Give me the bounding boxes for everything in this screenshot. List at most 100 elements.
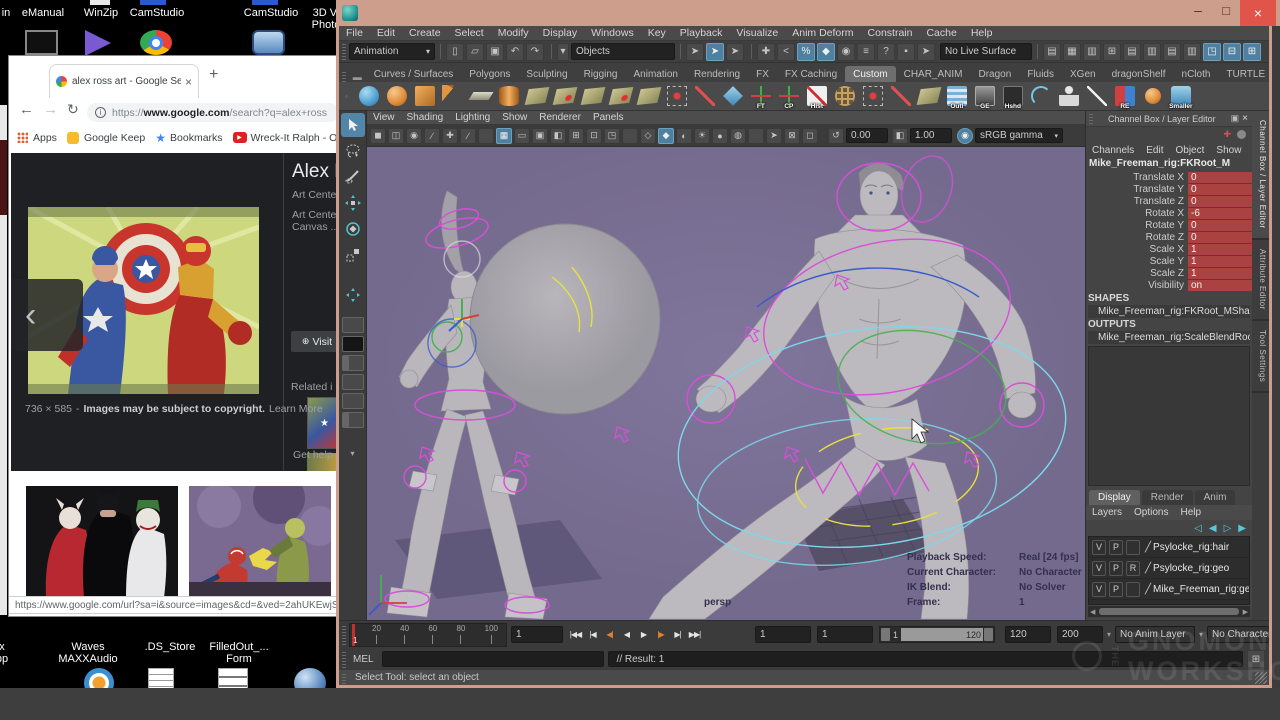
bookmark-wreck-it-ralph[interactable]: Wreck-It Ralph - Off (251, 132, 342, 144)
menu-item[interactable]: Visualize (729, 27, 785, 39)
new-tab-button[interactable]: + (209, 66, 218, 84)
shape-node-item[interactable]: Mike_Freeman_rig:FKRoot_MShape (1088, 305, 1250, 318)
range-end-field[interactable]: 120 (1005, 626, 1051, 643)
menu-item[interactable]: Windows (584, 27, 641, 39)
panel-icon[interactable]: ⊠ (784, 128, 800, 144)
toolbar-icon[interactable]: ↷ (526, 43, 544, 61)
drag-grip[interactable] (342, 650, 346, 668)
layout-outliner-persp-button[interactable] (342, 355, 364, 371)
playback-button[interactable]: |▶ (652, 626, 669, 644)
live-surface-field[interactable]: No Live Surface (940, 43, 1032, 60)
info-icon[interactable]: i (95, 107, 106, 118)
shelf-tab[interactable]: FX (748, 66, 777, 82)
panel-icon[interactable]: ∕ (424, 128, 440, 144)
gamma-field[interactable]: 1.00 (910, 128, 952, 143)
layer-name[interactable]: Mike_Freeman_rig:geo (1153, 584, 1249, 595)
shelf-tab[interactable]: Animation (625, 66, 685, 82)
panel-icon[interactable]: ◉ (406, 128, 422, 144)
scroll-right-arrow[interactable]: ▶ (1241, 608, 1250, 616)
playback-button[interactable]: ◀| (601, 626, 618, 644)
range-slider[interactable]: 1 120 (879, 626, 995, 643)
panel-icon[interactable]: ⊡ (586, 128, 602, 144)
layer-tool-icon[interactable]: ◀ (1209, 523, 1217, 534)
layer-editor-tab[interactable]: Anim (1195, 490, 1236, 505)
snap-icon[interactable]: ◆ (817, 43, 835, 61)
shelf-icon[interactable] (1140, 83, 1166, 109)
channel-value[interactable]: 0 (1188, 184, 1252, 195)
shelf-tab[interactable]: Curves / Surfaces (366, 66, 461, 82)
layout-side-by-side-button[interactable] (342, 393, 364, 409)
output-node-item[interactable]: Mike_Freeman_rig:ScaleBlendRoot_M (1088, 331, 1250, 344)
maximize-button[interactable]: □ (1212, 3, 1240, 25)
menu-item[interactable]: Anim Deform (785, 27, 860, 39)
rotate-tool[interactable] (341, 217, 365, 241)
shelf-tab[interactable]: Fluids (1019, 66, 1062, 82)
shelf-tab[interactable]: Custom (845, 66, 895, 82)
shelf-icon[interactable]: Outl (944, 83, 970, 109)
camstudio-icon[interactable] (252, 0, 278, 5)
exposure-field[interactable]: 0.00 (846, 128, 888, 143)
shelf-icon[interactable] (552, 83, 578, 109)
snap-icon[interactable]: ✚ (757, 43, 775, 61)
desktop-app-icon-player[interactable] (85, 30, 111, 56)
close-button[interactable]: × (1240, 0, 1276, 26)
shelf-icon[interactable] (888, 83, 914, 109)
layer-display-type-toggle[interactable] (1126, 582, 1140, 597)
panel-icon[interactable]: ⊞ (568, 128, 584, 144)
layer-visibility-toggle[interactable]: V (1092, 561, 1106, 576)
camstudio-icon[interactable] (140, 0, 166, 5)
channel-value[interactable]: 0 (1188, 196, 1252, 207)
panel-menu-item[interactable]: Renderer (533, 112, 587, 123)
panel-icon[interactable] (748, 128, 764, 144)
channel-value[interactable]: 0 (1188, 220, 1252, 231)
panel-icon[interactable] (478, 128, 494, 144)
channel-value[interactable]: 0 (1188, 232, 1252, 243)
snap-icon[interactable]: ≡ (857, 43, 875, 61)
google-keep-icon[interactable] (67, 132, 79, 144)
panel-icon[interactable]: ∕ (460, 128, 476, 144)
channel-name[interactable]: Scale X (1086, 244, 1188, 255)
maya-titlebar[interactable]: – □ × (336, 0, 1280, 26)
panel-icon[interactable]: ● (712, 128, 728, 144)
panel-menu-item[interactable]: Lighting (449, 112, 496, 123)
toolbar-icon[interactable]: ▱ (466, 43, 484, 61)
render-icon[interactable]: ⊞ (1103, 43, 1121, 61)
shelf-icon[interactable] (1028, 83, 1054, 109)
dock-header[interactable]: Channel Box / Layer Editor ▣ × (1086, 111, 1252, 127)
channel-value[interactable]: on (1188, 280, 1252, 291)
paint-select-tool[interactable] (341, 165, 365, 189)
viewport-canvas[interactable]: Playback Speed:Real [24 fps]Current Char… (367, 147, 1085, 620)
shelf-tab[interactable]: XGen (1062, 66, 1104, 82)
playback-button[interactable]: |◀ (584, 626, 601, 644)
toolbar-icon[interactable]: ▣ (486, 43, 504, 61)
desktop-icon-label[interactable]: CamStudio (240, 7, 302, 19)
shelf-tab[interactable]: Rigging (576, 66, 626, 82)
menu-item[interactable]: Display (536, 27, 584, 39)
shelf-icon[interactable] (664, 83, 690, 109)
layer-color-icon[interactable]: ╱ (1145, 542, 1151, 553)
channel-name[interactable]: Scale Y (1086, 256, 1188, 267)
lasso-select-tool[interactable] (341, 139, 365, 163)
lightbox-prev-strip[interactable]: ‹ (11, 279, 83, 351)
shelf-icon[interactable] (496, 83, 522, 109)
close-icon[interactable]: × (1242, 113, 1248, 124)
shelf-icon[interactable] (636, 83, 662, 109)
selection-mask-arrow[interactable]: ▾ (557, 43, 569, 61)
layout-graph-persp-button[interactable] (342, 412, 364, 428)
menu-item[interactable]: Cache (919, 27, 963, 39)
desktop-icon-label[interactable]: WavesMAXXAudio (45, 641, 131, 665)
channel-value[interactable]: 1 (1188, 256, 1252, 267)
shelf-tab[interactable]: Dragon (971, 66, 1020, 82)
selection-mask-field[interactable]: Objects (571, 43, 675, 60)
channel-value[interactable]: -6 (1188, 208, 1252, 219)
back-button[interactable]: ← (19, 101, 34, 118)
panel-menu-item[interactable]: Panels (587, 112, 630, 123)
snap-icon[interactable]: < (777, 43, 795, 61)
winzip-icon[interactable] (90, 0, 110, 5)
playback-button[interactable]: ▶▶| (686, 626, 703, 644)
layer-tool-icon[interactable]: ◁ (1194, 523, 1202, 534)
shelf-icon[interactable] (524, 83, 550, 109)
exposure-icon[interactable]: ↺ (828, 128, 844, 144)
menu-item[interactable]: Select (448, 27, 491, 39)
layer-editor-tab[interactable]: Render (1142, 490, 1193, 505)
